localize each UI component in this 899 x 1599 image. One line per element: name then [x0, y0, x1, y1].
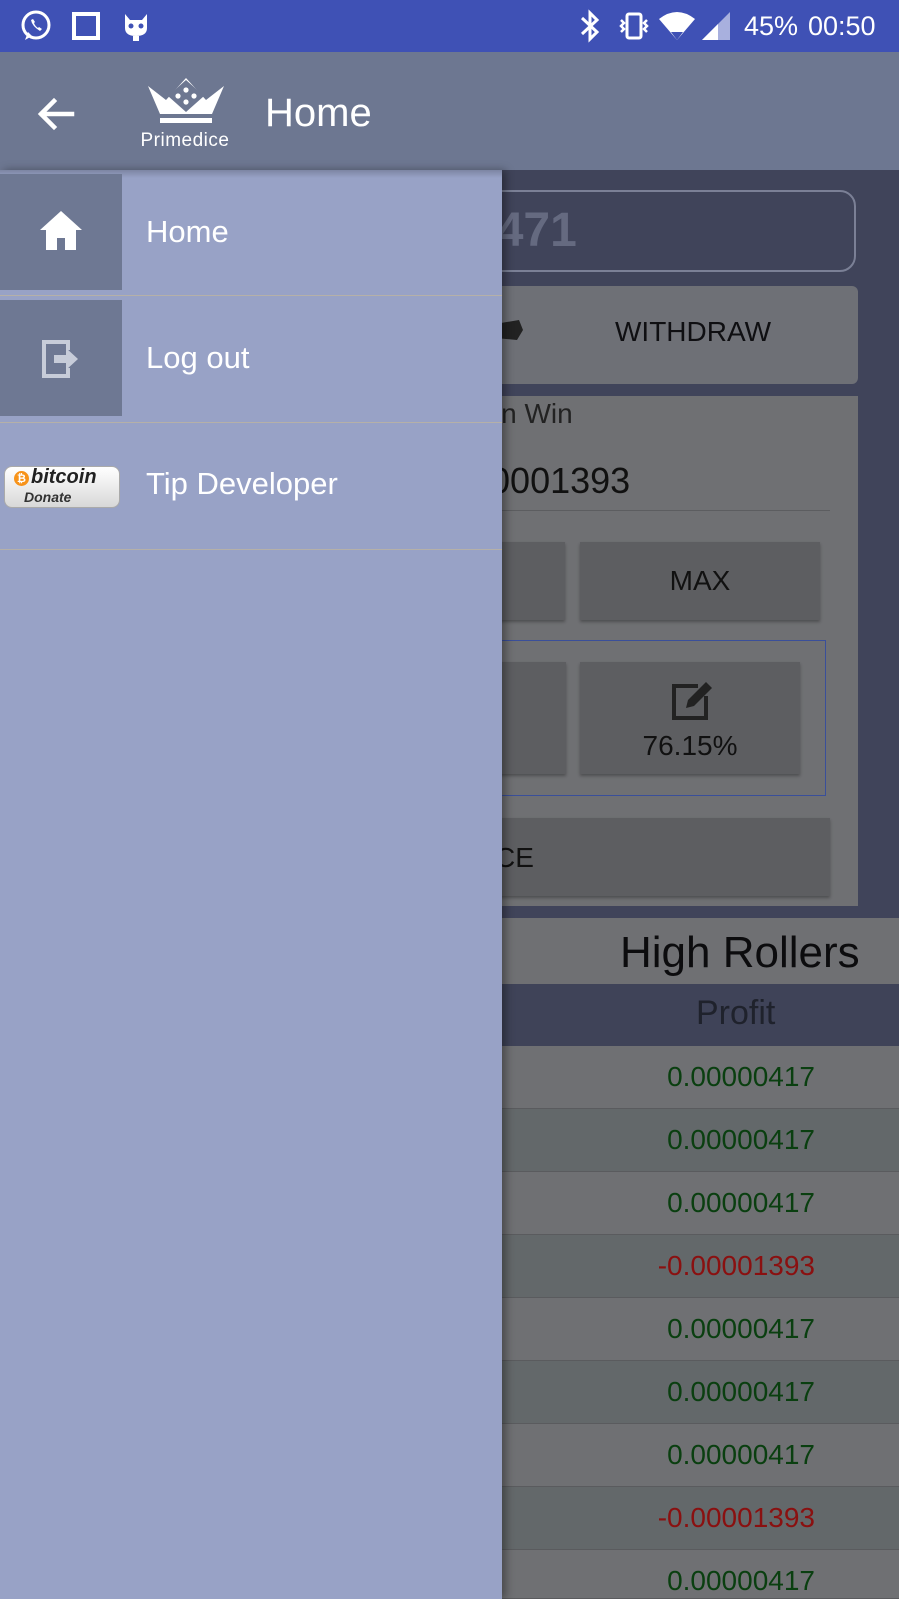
home-icon — [38, 208, 84, 254]
table-row: 0.00000417 — [440, 1550, 899, 1599]
battery-percent: 45% — [744, 11, 799, 41]
high-rollers-title[interactable]: High Rollers — [620, 928, 860, 978]
clock: 00:50 — [808, 11, 876, 41]
signal-icon — [698, 8, 734, 44]
table-row: 0.00000417 — [440, 1046, 899, 1109]
bitcoin-badge-word: bitcoin — [31, 466, 97, 488]
profit-cell: -0.00001393 — [657, 1502, 815, 1533]
edit-icon — [668, 678, 714, 722]
bluetooth-icon — [572, 8, 608, 44]
profit-cell: 0.00000417 — [667, 1061, 815, 1092]
profit-cell: 0.00000417 — [667, 1187, 815, 1218]
vibrate-icon — [616, 8, 652, 44]
table-row: -0.00001393 — [440, 1235, 899, 1298]
table-row: 0.00000417 — [440, 1298, 899, 1361]
drawer-item-label: Log out — [146, 340, 250, 375]
profit-column-header: Profit — [696, 994, 776, 1032]
drawer-item-label: Tip Developer — [146, 466, 338, 501]
profit-cell: 0.00000417 — [667, 1376, 815, 1407]
bitcoin-icon: ₿ — [14, 471, 29, 486]
wifi-icon — [656, 8, 698, 44]
bitcoin-badge-donate: Donate — [24, 489, 72, 505]
withdraw-button[interactable]: WITHDRAW — [615, 316, 771, 348]
arrow-back-icon[interactable] — [28, 86, 84, 142]
max-button-label: MAX — [669, 565, 731, 596]
logout-icon — [38, 336, 84, 382]
profit-cell: 0.00000417 — [667, 1313, 815, 1344]
whatsapp-icon — [18, 8, 54, 44]
square-icon — [68, 8, 104, 44]
profit-cell: 0.00000417 — [667, 1124, 815, 1155]
win-chance-value: 76.15% — [642, 730, 738, 761]
divider — [470, 510, 830, 511]
page-title: Home — [265, 91, 372, 135]
table-row: 0.00000417 — [440, 1172, 899, 1235]
table-column-header — [440, 984, 899, 1046]
table-row: 0.00000417 — [440, 1361, 899, 1424]
profit-cell: 0.00000417 — [667, 1565, 815, 1596]
profit-cell: -0.00001393 — [657, 1250, 815, 1281]
drawer-item-label: Home — [146, 214, 229, 249]
table-row: -0.00001393 — [440, 1487, 899, 1550]
table-row: 0.00000417 — [440, 1424, 899, 1487]
table-row: 0.00000417 — [440, 1109, 899, 1172]
cat-icon — [118, 8, 154, 44]
divider — [0, 549, 502, 550]
logo-text: Primedice — [140, 130, 230, 151]
profit-cell: 0.00000417 — [667, 1439, 815, 1470]
